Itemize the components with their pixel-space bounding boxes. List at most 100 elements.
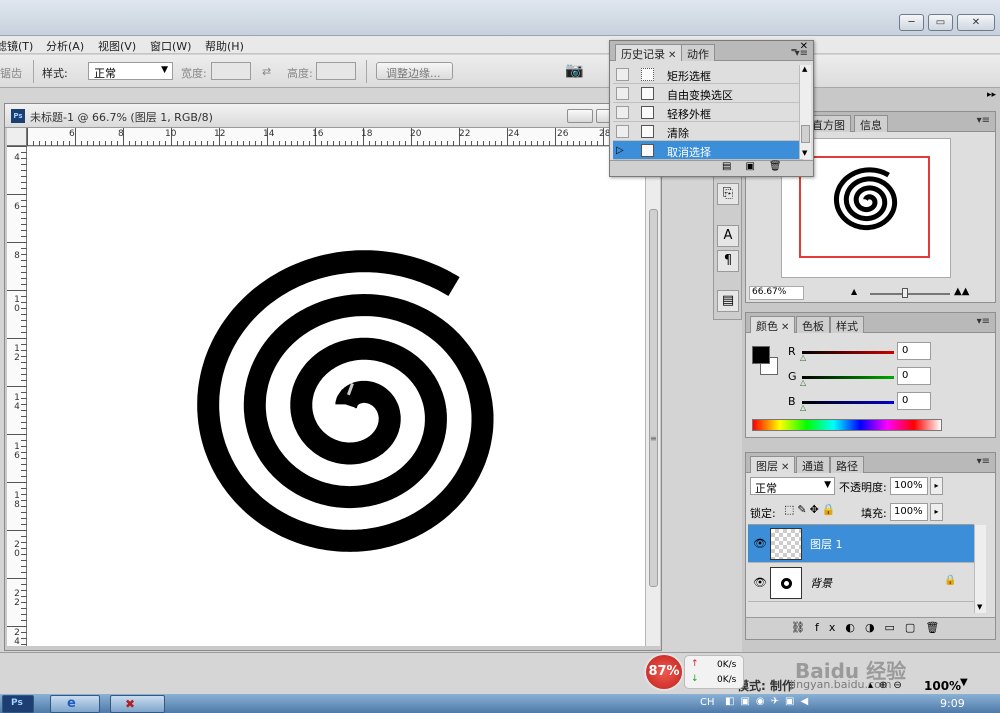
- layers-scrollbar[interactable]: ▼: [974, 525, 986, 613]
- menu-window[interactable]: 窗口(W): [150, 38, 191, 54]
- eye-icon[interactable]: 👁: [753, 537, 767, 550]
- zoom-out-icon[interactable]: ▲: [851, 287, 857, 296]
- refine-edge-button[interactable]: 调整边缘...: [376, 62, 453, 80]
- ime-indicator[interactable]: CH: [700, 697, 715, 708]
- menu-view[interactable]: 视图(V): [98, 38, 136, 54]
- history-item[interactable]: 轻移外框: [613, 103, 803, 122]
- tab-paths[interactable]: 路径: [830, 456, 864, 473]
- tab-layers[interactable]: 图层 ✕: [750, 456, 796, 473]
- menu-help[interactable]: 帮助(H): [205, 38, 244, 54]
- foreground-color-swatch[interactable]: [752, 346, 770, 364]
- collapse-icon[interactable]: ▸▸: [987, 90, 996, 100]
- history-pointer-icon[interactable]: ▷: [616, 144, 629, 157]
- history-item[interactable]: 自由变换选区: [613, 84, 803, 103]
- tab-label: 路径: [836, 460, 858, 473]
- blue-value-input[interactable]: 0: [897, 392, 931, 410]
- slider-handle-icon[interactable]: △: [800, 353, 806, 362]
- fill-arrow-button[interactable]: ▸: [930, 503, 943, 521]
- history-state-icon: [641, 125, 654, 138]
- eye-icon[interactable]: 👁: [753, 576, 767, 589]
- history-checkbox[interactable]: [616, 125, 629, 138]
- history-item-current[interactable]: ▷ 取消选择: [613, 141, 803, 160]
- blue-slider[interactable]: [802, 401, 894, 404]
- tab-history[interactable]: 历史记录 ✕: [615, 44, 683, 61]
- green-value-input[interactable]: 0: [897, 367, 931, 385]
- chevron-up-icon[interactable]: ▲: [802, 65, 807, 73]
- doc-minimize-button[interactable]: [567, 109, 593, 123]
- opacity-arrow-button[interactable]: ▸: [930, 477, 943, 495]
- width-input[interactable]: [211, 62, 251, 80]
- maximize-button[interactable]: ▭: [928, 14, 953, 31]
- chevron-down-icon[interactable]: ▼: [960, 677, 968, 688]
- tool-preset-icon[interactable]: ⎘: [717, 183, 739, 205]
- camera-icon[interactable]: 📷: [565, 61, 584, 79]
- tab-styles[interactable]: 样式: [830, 316, 864, 333]
- ruler-label: 8: [118, 129, 124, 139]
- layer-row[interactable]: 👁 图层 1: [748, 525, 974, 563]
- layer-row[interactable]: 👁 背景 🔒: [748, 564, 974, 602]
- history-checkbox[interactable]: [616, 68, 629, 81]
- height-input[interactable]: [316, 62, 356, 80]
- minimize-button[interactable]: ─: [899, 14, 924, 31]
- canvas[interactable]: [27, 147, 645, 646]
- slider-handle-icon[interactable]: △: [800, 378, 806, 387]
- close-icon[interactable]: ✕: [781, 462, 789, 473]
- zoom-slider-handle[interactable]: [902, 288, 908, 298]
- app-taskbar-icon[interactable]: ✖: [110, 695, 165, 713]
- photoshop-taskbar-icon[interactable]: Ps: [2, 695, 34, 713]
- blend-mode-select[interactable]: 正常 ▼: [750, 477, 835, 495]
- layer-comps-icon[interactable]: ▤: [717, 290, 739, 312]
- ruler-label: 16: [14, 442, 20, 461]
- panel-menu-icon[interactable]: ▾≡: [795, 48, 808, 59]
- tab-color[interactable]: 颜色 ✕: [750, 316, 796, 333]
- zoom-status[interactable]: 100%: [924, 679, 961, 693]
- layer-action-icons[interactable]: ⛓fx◐◑▭▢🗑: [791, 621, 949, 634]
- history-item[interactable]: 清除: [613, 122, 803, 141]
- layer-name[interactable]: 背景: [810, 575, 832, 591]
- tab-swatches[interactable]: 色板: [796, 316, 830, 333]
- character-icon[interactable]: A: [717, 225, 739, 247]
- browser-taskbar-icon[interactable]: e: [50, 695, 100, 713]
- scrollbar-thumb[interactable]: [801, 125, 810, 143]
- color-spectrum-bar[interactable]: [752, 419, 942, 431]
- ruler-label: 18: [14, 491, 20, 510]
- history-checkbox[interactable]: [616, 106, 629, 119]
- tray-icons[interactable]: ◧▣◉✈▣◀: [725, 696, 814, 707]
- lock-icons[interactable]: ⬚✎✥🔒: [784, 503, 839, 516]
- tab-info[interactable]: 信息: [854, 115, 888, 132]
- vertical-scrollbar[interactable]: ≡: [645, 147, 660, 646]
- history-checkbox[interactable]: [616, 87, 629, 100]
- menu-analysis[interactable]: 分析(A): [46, 38, 84, 54]
- layer-name[interactable]: 图层 1: [810, 536, 843, 552]
- close-icon[interactable]: ✕: [781, 322, 789, 333]
- red-value-input[interactable]: 0: [897, 342, 931, 360]
- history-scrollbar[interactable]: ▲ ▼: [799, 65, 811, 159]
- panel-menu-icon[interactable]: ▾≡: [977, 316, 990, 327]
- zoom-slider[interactable]: [870, 288, 950, 298]
- style-select[interactable]: 正常 ▼: [88, 62, 173, 80]
- close-button[interactable]: ✕: [957, 14, 995, 31]
- zoom-in-icon[interactable]: ▲▲: [954, 286, 969, 297]
- status-icons[interactable]: ▴⊕⊖: [868, 680, 908, 691]
- opacity-input[interactable]: 100%: [890, 477, 928, 495]
- slider-handle-icon[interactable]: △: [800, 403, 806, 412]
- history-item[interactable]: 矩形选框: [613, 65, 803, 84]
- red-slider[interactable]: [802, 351, 894, 354]
- panel-menu-icon[interactable]: ▾≡: [977, 115, 990, 126]
- close-icon[interactable]: ✕: [668, 50, 676, 61]
- paragraph-icon[interactable]: ¶: [717, 250, 739, 272]
- panel-menu-icon[interactable]: ▾≡: [977, 456, 990, 467]
- network-monitor[interactable]: 87% ↑ 0K/s ↓ 0K/s: [644, 653, 744, 691]
- swap-icon[interactable]: ⇄: [262, 65, 271, 78]
- green-slider[interactable]: [802, 376, 894, 379]
- fill-input[interactable]: 100%: [890, 503, 928, 521]
- zoom-field[interactable]: 66.67%: [749, 286, 804, 300]
- menu-filter[interactable]: 滤镜(T): [0, 38, 33, 54]
- history-action-icons[interactable]: ▤▣🗑: [722, 161, 796, 172]
- tab-label: 信息: [860, 119, 882, 132]
- chevron-down-icon[interactable]: ▼: [977, 603, 982, 611]
- tab-actions[interactable]: 动作: [681, 44, 715, 61]
- chevron-down-icon[interactable]: ▼: [802, 149, 807, 157]
- tab-channels[interactable]: 通道: [796, 456, 830, 473]
- scrollbar-thumb[interactable]: [649, 209, 658, 587]
